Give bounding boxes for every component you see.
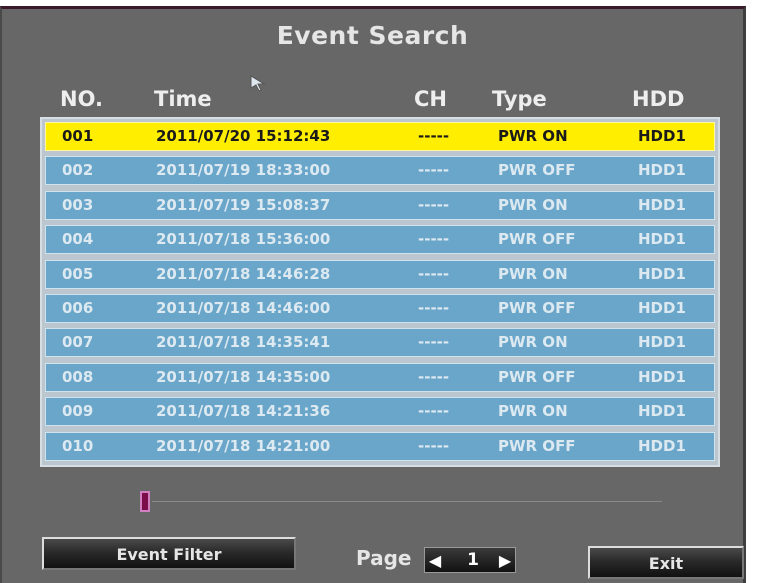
cell-type: PWR OFF [498, 436, 576, 455]
page-label: Page [356, 546, 412, 570]
header-time: Time [154, 87, 212, 111]
cell-time: 2011/07/19 15:08:37 [156, 195, 331, 214]
header-ch: CH [414, 87, 447, 111]
cell-hdd: HDD1 [638, 264, 686, 283]
scroll-track[interactable] [152, 501, 662, 502]
cell-time: 2011/07/18 14:21:36 [156, 402, 331, 421]
exit-button[interactable]: Exit [588, 546, 744, 579]
table-row[interactable]: 007 2011/07/18 14:35:41 ----- PWR ON HDD1 [45, 328, 715, 358]
cell-ch: ----- [418, 127, 450, 145]
table-row[interactable]: 001 2011/07/20 15:12:43 ----- PWR ON HDD1 [45, 122, 715, 151]
cell-type: PWR OFF [498, 230, 576, 249]
cell-ch: ----- [418, 195, 450, 214]
cell-time: 2011/07/18 14:46:28 [156, 264, 331, 283]
cell-ch: ----- [418, 264, 450, 283]
cell-hdd: HDD1 [638, 127, 686, 145]
table-row[interactable]: 010 2011/07/18 14:21:00 ----- PWR OFF HDD1 [45, 431, 715, 461]
table-row[interactable]: 005 2011/07/18 14:46:28 ----- PWR ON HDD1 [45, 259, 715, 289]
cell-no: 009 [62, 402, 94, 421]
cell-type: PWR ON [498, 333, 568, 352]
cell-type: PWR ON [498, 127, 568, 145]
cell-type: PWR OFF [498, 299, 576, 317]
cell-hdd: HDD1 [638, 367, 686, 386]
cell-hdd: HDD1 [638, 161, 686, 180]
page-prev-icon[interactable]: ◀ [427, 551, 443, 571]
cell-time: 2011/07/18 15:36:00 [156, 230, 331, 249]
cell-hdd: HDD1 [638, 436, 686, 455]
header-hdd: HDD [632, 87, 685, 111]
cell-no: 001 [62, 127, 94, 145]
event-filter-button[interactable]: Event Filter [42, 537, 296, 570]
event-search-panel: Event Search NO. Time CH Type HDD 001 201… [0, 6, 746, 583]
cell-no: 007 [62, 333, 94, 352]
scroll-handle[interactable] [140, 491, 150, 512]
cell-type: PWR ON [498, 195, 568, 214]
cell-ch: ----- [418, 333, 450, 352]
cell-time: 2011/07/18 14:35:41 [156, 333, 331, 352]
cell-ch: ----- [418, 436, 450, 455]
cell-no: 005 [62, 264, 94, 283]
cell-ch: ----- [418, 299, 450, 317]
cell-ch: ----- [418, 367, 450, 386]
cell-no: 008 [62, 367, 94, 386]
table-row[interactable]: 002 2011/07/19 18:33:00 ----- PWR OFF HDD1 [45, 156, 715, 186]
cell-type: PWR ON [498, 402, 568, 421]
cell-hdd: HDD1 [638, 195, 686, 214]
cell-hdd: HDD1 [638, 333, 686, 352]
table-row[interactable]: 006 2011/07/18 14:46:00 ----- PWR OFF HDD1 [45, 294, 715, 323]
cell-type: PWR ON [498, 264, 568, 283]
cell-ch: ----- [418, 402, 450, 421]
cell-time: 2011/07/18 14:21:00 [156, 436, 331, 455]
cell-hdd: HDD1 [638, 299, 686, 317]
cell-time: 2011/07/20 15:12:43 [156, 127, 331, 145]
header-no: NO. [60, 87, 103, 111]
cell-hdd: HDD1 [638, 402, 686, 421]
cell-time: 2011/07/18 14:46:00 [156, 299, 331, 317]
cell-ch: ----- [418, 230, 450, 249]
table-row[interactable]: 003 2011/07/19 15:08:37 ----- PWR ON HDD1 [45, 190, 715, 220]
cell-time: 2011/07/18 14:35:00 [156, 367, 331, 386]
page-number: 1 [467, 550, 479, 570]
event-table: 001 2011/07/20 15:12:43 ----- PWR ON HDD1 002… [40, 117, 720, 467]
cell-no: 006 [62, 299, 94, 317]
table-row[interactable]: 008 2011/07/18 14:35:00 ----- PWR OFF HDD1 [45, 362, 715, 392]
cell-no: 003 [62, 195, 94, 214]
header-type: Type [492, 87, 547, 111]
mouse-pointer-icon [250, 75, 266, 91]
cell-no: 002 [62, 161, 94, 180]
cell-hdd: HDD1 [638, 230, 686, 249]
page-title: Event Search [276, 21, 469, 50]
table-row[interactable]: 009 2011/07/18 14:21:36 ----- PWR ON HDD1 [45, 397, 715, 427]
cell-no: 004 [62, 230, 94, 249]
page-next-icon[interactable]: ▶ [497, 551, 513, 571]
cell-type: PWR OFF [498, 367, 576, 386]
table-row[interactable]: 004 2011/07/18 15:36:00 ----- PWR OFF HDD1 [45, 225, 715, 255]
cell-time: 2011/07/19 18:33:00 [156, 161, 331, 180]
page-selector[interactable]: ◀ 1 ▶ [424, 547, 516, 573]
cell-ch: ----- [418, 161, 450, 180]
cell-no: 010 [62, 436, 94, 455]
cell-type: PWR OFF [498, 161, 576, 180]
